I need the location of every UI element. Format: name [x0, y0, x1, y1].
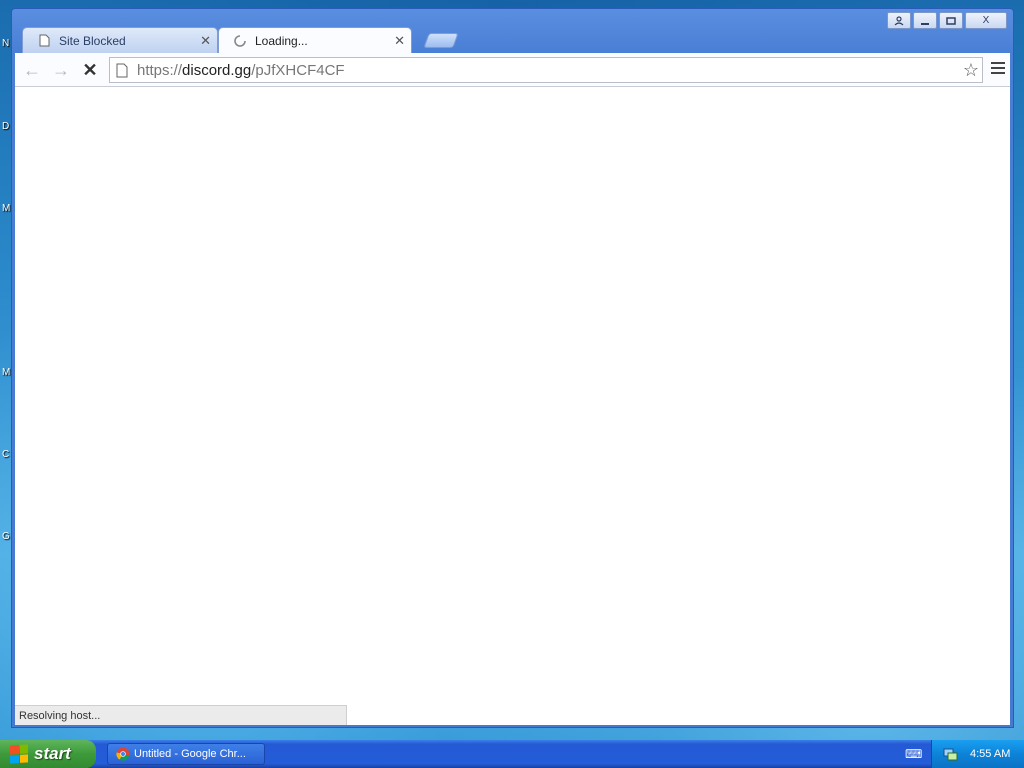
- page-icon: [116, 63, 132, 78]
- stop-button[interactable]: ✕: [80, 60, 100, 80]
- desktop-icon-label[interactable]: G: [2, 531, 10, 542]
- system-tray: 4:55 AM: [931, 740, 1024, 768]
- taskbar-item-label: Untitled - Google Chr...: [134, 748, 246, 760]
- tab-title: Loading...: [255, 33, 308, 48]
- window-controls: X: [887, 12, 1007, 29]
- menu-button[interactable]: [991, 62, 1005, 77]
- status-bubble: Resolving host...: [15, 705, 347, 725]
- close-icon[interactable]: ✕: [394, 33, 405, 49]
- tab-site-blocked[interactable]: Site Blocked ✕: [22, 27, 218, 53]
- desktop-icon-label[interactable]: M: [2, 367, 10, 378]
- user-icon: [894, 15, 904, 25]
- page-content: Resolving host...: [15, 87, 1010, 725]
- tab-loading[interactable]: Loading... ✕: [218, 27, 412, 53]
- close-window-button[interactable]: X: [965, 12, 1007, 29]
- clock: 4:55 AM: [970, 748, 1011, 760]
- desktop-icon-label[interactable]: N: [2, 38, 9, 49]
- browser-window: X Site Blocked ✕ Loading... ✕ ← → ✕ http…: [11, 8, 1014, 728]
- desktop-icon-label[interactable]: D: [2, 121, 9, 132]
- taskbar-item-chrome[interactable]: Untitled - Google Chr...: [107, 743, 265, 765]
- minimize-icon: [921, 22, 929, 25]
- chrome-icon: [116, 747, 130, 761]
- network-icon[interactable]: [942, 746, 958, 762]
- close-icon: X: [982, 15, 990, 26]
- windows-logo-icon: [10, 744, 28, 764]
- profile-button[interactable]: [887, 12, 911, 29]
- start-button[interactable]: start: [0, 740, 96, 768]
- url-text[interactable]: https://discord.gg/pJfXHCF4CF: [137, 62, 345, 79]
- loading-spinner-icon: [233, 34, 247, 48]
- minimize-button[interactable]: [913, 12, 937, 29]
- restore-icon: [946, 16, 956, 25]
- back-button[interactable]: ←: [22, 60, 42, 80]
- tab-title: Site Blocked: [59, 33, 126, 48]
- desktop-icon-label[interactable]: C: [2, 449, 9, 460]
- close-icon: ✕: [82, 59, 98, 80]
- forward-button[interactable]: →: [51, 60, 71, 80]
- bookmark-star-icon[interactable]: ☆: [963, 60, 979, 81]
- keyboard-icon[interactable]: ⌨: [905, 747, 922, 761]
- start-label: start: [34, 744, 71, 763]
- maximize-button[interactable]: [939, 12, 963, 29]
- taskbar: start Untitled - Google Chr... ⌨ 4:55 AM: [0, 740, 1024, 768]
- close-icon[interactable]: ✕: [200, 33, 211, 49]
- url-scheme: https://: [137, 61, 183, 79]
- browser-toolbar: ← → ✕ https://discord.gg/pJfXHCF4CF ☆: [15, 53, 1010, 87]
- arrow-right-icon: →: [52, 59, 70, 80]
- page-icon: [37, 34, 51, 48]
- new-tab-button[interactable]: [423, 33, 459, 48]
- desktop-icon-label[interactable]: M: [2, 203, 10, 214]
- url-path: /pJfXHCF4CF: [251, 61, 345, 79]
- arrow-left-icon: ←: [23, 59, 41, 80]
- url-host: discord.gg: [182, 61, 252, 79]
- address-bar[interactable]: https://discord.gg/pJfXHCF4CF ☆: [109, 57, 983, 83]
